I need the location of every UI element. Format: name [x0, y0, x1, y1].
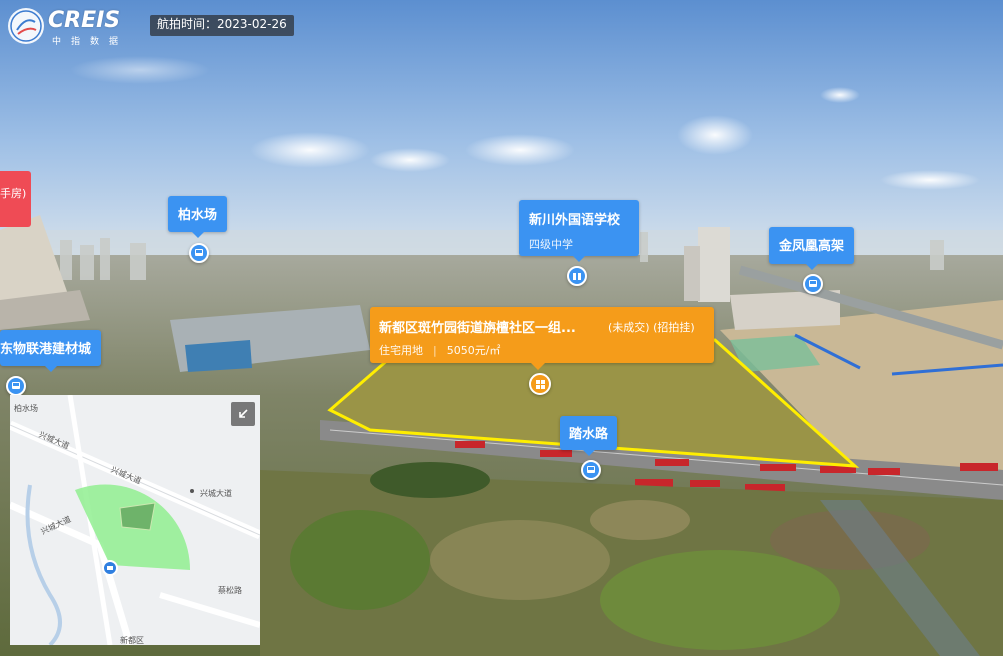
land-parcel-card[interactable]: 新都区斑竹园街道旃檀社区一组... (未成交) (招拍挂) 住宅用地 | 5050元… — [370, 307, 714, 370]
poi-mall-pin[interactable] — [6, 376, 26, 396]
bus-stop-icon — [809, 280, 817, 287]
logo-subtitle: 中指数据 — [52, 37, 129, 47]
capture-date-badge: 航拍时间：2023-02-26 — [150, 15, 294, 36]
poi-jinfeng-text: 金凤凰高架 — [779, 239, 845, 254]
logo-wordmark: CREIS — [48, 8, 121, 33]
map-place-label: 新都区 — [120, 636, 144, 645]
map-road-label: 兴城大道 — [200, 489, 232, 498]
building-icon — [535, 379, 545, 389]
poi-school-type: 四级中学 — [529, 238, 573, 251]
collapse-arrow-icon — [239, 409, 248, 418]
poi-bosui-text: 柏水场 — [178, 208, 218, 223]
poi-mall-text: 东物联港建材城 — [0, 342, 92, 357]
parcel-meta: 住宅用地 | 5050元/㎡ — [379, 342, 500, 358]
poi-bosui-pin[interactable] — [189, 243, 209, 263]
logo-emblem-icon — [8, 8, 44, 44]
poi-bosui-label[interactable]: 柏水场 — [168, 196, 228, 238]
poi-mall-label[interactable]: 东物联港建材城 — [0, 330, 102, 372]
poi-road-pin[interactable] — [581, 460, 601, 480]
poi-jinfeng-pin[interactable] — [803, 274, 823, 294]
map-road-label: 蔡松路 — [218, 586, 242, 595]
minimap-collapse-button[interactable] — [231, 402, 255, 426]
map-place-label: 柏水场 — [14, 404, 38, 413]
poi-school-pin[interactable] — [567, 266, 587, 286]
poi-secondhand-housing[interactable]: 手房) — [0, 171, 31, 227]
meta-separator: | — [433, 344, 437, 357]
parcel-status: (未成交) (招拍挂) — [608, 321, 695, 334]
poi-road-label[interactable]: 踏水路 — [560, 416, 618, 456]
parcel-price: 5050元/㎡ — [446, 344, 501, 357]
creis-logo: CREIS 中指数据 — [8, 6, 132, 48]
bus-stop-icon — [587, 466, 595, 473]
minimap[interactable]: 兴城大道 兴城大道 兴城大道 兴城大道 柏水场 蔡松路 新都区 — [10, 395, 260, 645]
parcel-pin[interactable] — [529, 373, 551, 395]
poi-road-text: 踏水路 — [569, 427, 609, 442]
poi-school-label[interactable]: 新川外国语学校 四级中学 — [519, 200, 639, 262]
bus-stop-icon — [195, 249, 203, 256]
poi-school-name: 新川外国语学校 — [529, 213, 621, 228]
parcel-title: 新都区斑竹园街道旃檀社区一组... — [379, 321, 576, 336]
building-icon — [573, 273, 581, 280]
bus-stop-icon — [12, 382, 20, 389]
parcel-land-use: 住宅用地 — [379, 344, 423, 357]
poi-jinfeng-label[interactable]: 金凤凰高架 — [769, 227, 855, 270]
